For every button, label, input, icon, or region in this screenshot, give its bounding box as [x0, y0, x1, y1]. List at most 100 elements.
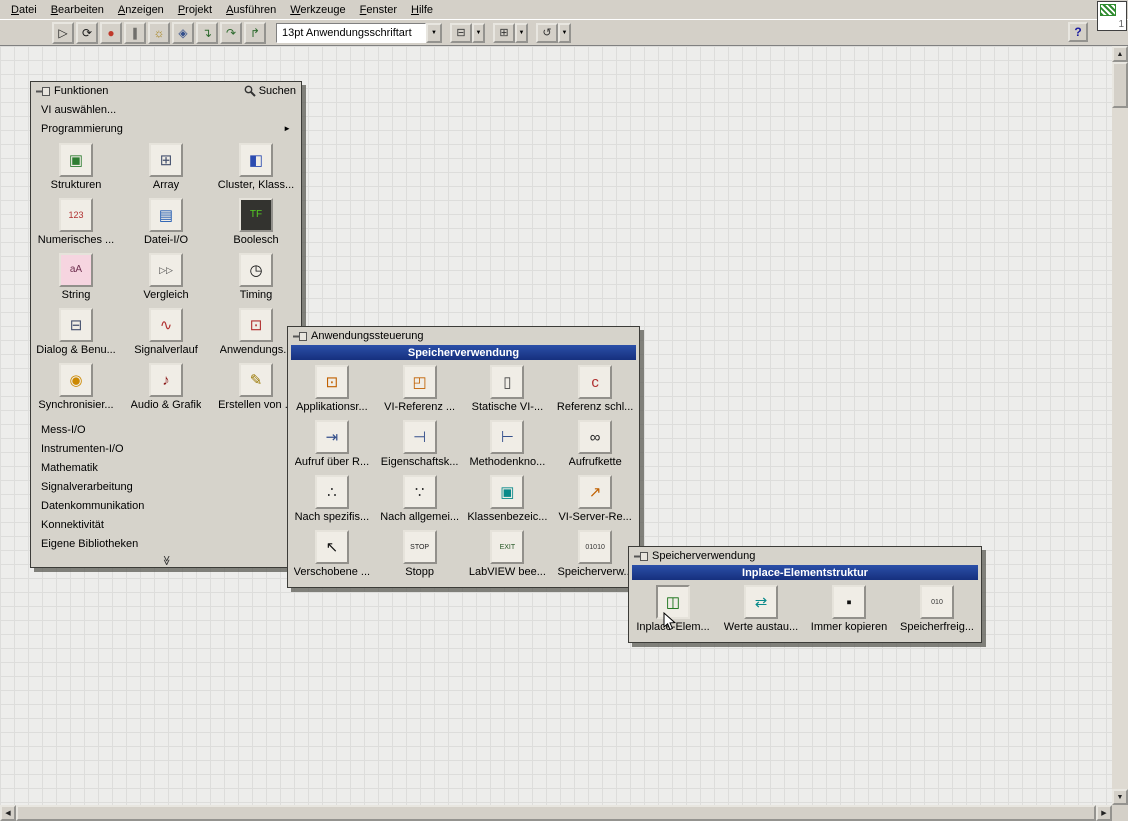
cluster-klasse[interactable]: ◧ Cluster, Klass... — [211, 143, 301, 198]
string-icon: aA — [59, 253, 93, 287]
vertical-scrollbar-thumb[interactable] — [1112, 62, 1128, 108]
step-into-button[interactable]: ↴ — [196, 21, 218, 44]
toolbar: ▷ ⟳ ● ∥ ☼ ◈ ↴ ↷ ↱ 13pt Anwendungsschrift… — [0, 19, 1128, 46]
vertical-scrollbar[interactable]: ▲ ▼ — [1112, 46, 1128, 805]
eigene-bibliotheken-item[interactable]: Eigene Bibliotheken — [31, 534, 301, 553]
labview-beenden[interactable]: EXIT LabVIEW bee... — [464, 530, 552, 585]
palette-item-label: Vergleich — [143, 289, 189, 301]
vi-referenz[interactable]: ◰ VI-Referenz ... — [376, 365, 464, 420]
menu-ausfuehren[interactable]: Ausführen — [219, 2, 283, 18]
klassenbezeichnung[interactable]: ▣ Klassenbezeic... — [464, 475, 552, 530]
array[interactable]: ⊞ Array — [121, 143, 211, 198]
speicherverwendung-palette-titlebar[interactable]: Speicherverwendung — [629, 547, 981, 565]
scroll-down-button[interactable]: ▼ — [1112, 789, 1128, 805]
vi-auswaehlen-item[interactable]: VI auswählen... — [31, 100, 301, 119]
run-continuous-button[interactable]: ⟳ — [76, 21, 98, 44]
strukturen[interactable]: ▣ Strukturen — [31, 143, 121, 198]
pushpin-icon[interactable] — [36, 86, 50, 96]
abort-button[interactable]: ● — [100, 21, 122, 44]
boolesch[interactable]: TF Boolesch — [211, 198, 301, 253]
aufruf-ueber-referenz[interactable]: ⇥ Aufruf über R... — [288, 420, 376, 475]
font-selector[interactable]: 13pt Anwendungsschriftart — [276, 22, 426, 43]
programmierung-item[interactable]: Programmierung ► — [31, 119, 301, 138]
signalverarbeitung-item[interactable]: Signalverarbeitung — [31, 477, 301, 496]
palette-item-label: Methodenkno... — [469, 456, 546, 468]
audio-grafik[interactable]: ♪ Audio & Grafik — [121, 363, 211, 418]
menu-werkzeuge[interactable]: Werkzeuge — [283, 2, 352, 18]
stopp[interactable]: STOP Stopp — [376, 530, 464, 585]
eigenschaftsknoten[interactable]: ⊣ Eigenschaftsk... — [376, 420, 464, 475]
block-diagram-canvas[interactable]: Funktionen Suchen VI auswählen... Progra… — [0, 46, 1128, 821]
menu-projekt[interactable]: Projekt — [171, 2, 219, 18]
pushpin-icon[interactable] — [634, 551, 648, 561]
menu-datei[interactable]: Datei — [4, 2, 44, 18]
toolbar-button-glyph: ☼ — [153, 25, 165, 40]
help-button[interactable]: ? — [1068, 22, 1088, 42]
anwendungssteuerung-palette-titlebar[interactable]: Anwendungssteuerung — [288, 327, 639, 345]
applikationsreferenz[interactable]: ⊡ Applikationsr... — [288, 365, 376, 420]
mathematik-item[interactable]: Mathematik — [31, 458, 301, 477]
statische-vi-referenz[interactable]: ▯ Statische VI-... — [464, 365, 552, 420]
distribute-objects-dropdown[interactable]: ⊞ ▼ — [493, 22, 528, 43]
menu-bearbeiten[interactable]: Bearbeiten — [44, 2, 111, 18]
horizontal-scrollbar-thumb[interactable] — [16, 805, 1096, 821]
methodenknoten[interactable]: ⊢ Methodenkno... — [464, 420, 552, 475]
scroll-right-button[interactable]: ▶ — [1096, 805, 1112, 821]
retain-wire-values-button[interactable]: ◈ — [172, 21, 194, 44]
highlight-execution-button[interactable]: ☼ — [148, 21, 170, 44]
referenz-schliessen[interactable]: c Referenz schl... — [551, 365, 639, 420]
font-selector-dropdown-button[interactable]: ▼ — [426, 22, 442, 43]
nach-allgemeinen-icon: ∵ — [402, 475, 437, 509]
scroll-up-button[interactable]: ▲ — [1112, 46, 1128, 62]
chevron-down-icon[interactable]: ▼ — [515, 22, 528, 43]
expand-palette-button[interactable]: ≫ — [31, 553, 301, 567]
reorder-dropdown[interactable]: ↺ ▼ — [536, 22, 571, 43]
speicherverwendung[interactable]: 01010 Speicherverw... — [551, 530, 639, 585]
dialog-benutzer[interactable]: ⊟ Dialog & Benu... — [31, 308, 121, 363]
pushpin-icon[interactable] — [293, 331, 307, 341]
vi-server-referenz-icon: ↗ — [578, 475, 613, 509]
aufrufkette[interactable]: ∞ Aufrufkette — [551, 420, 639, 475]
speicherverwendung-header[interactable]: Speicherverwendung — [291, 345, 636, 360]
numerisch[interactable]: 123 Numerisches ... — [31, 198, 121, 253]
palette-item-label: Cluster, Klass... — [217, 179, 295, 191]
step-over-button[interactable]: ↷ — [220, 21, 242, 44]
palette-item-label: Datei-I/O — [143, 234, 188, 246]
chevron-down-icon[interactable]: ▼ — [472, 22, 485, 43]
vergleich[interactable]: ▷▷ Vergleich — [121, 253, 211, 308]
run-button[interactable]: ▷ — [52, 21, 74, 44]
menu-hilfe[interactable]: Hilfe — [404, 2, 440, 18]
chevron-double-down-icon: ≫ — [160, 554, 172, 566]
synchronisierung[interactable]: ◉ Synchronisier... — [31, 363, 121, 418]
verschobene[interactable]: ↖ Verschobene ... — [288, 530, 376, 585]
toolbar-button-glyph: ⟳ — [81, 25, 93, 40]
datei-io[interactable]: ▤ Datei-I/O — [121, 198, 211, 253]
step-out-button[interactable]: ↱ — [244, 21, 266, 44]
pause-button[interactable]: ∥ — [124, 21, 146, 44]
nach-spezifischer-instanz[interactable]: ∴ Nach spezifis... — [288, 475, 376, 530]
funktionen-palette-titlebar[interactable]: Funktionen Suchen — [31, 82, 301, 100]
mess-io-item[interactable]: Mess-I/O — [31, 420, 301, 439]
align-objects-dropdown[interactable]: ⊟ ▼ — [450, 22, 485, 43]
instrumenten-io-item[interactable]: Instrumenten-I/O — [31, 439, 301, 458]
vergleich-icon: ▷▷ — [149, 253, 183, 287]
nach-allgemeinen[interactable]: ∵ Nach allgemei... — [376, 475, 464, 530]
menu-anzeigen[interactable]: Anzeigen — [111, 2, 171, 18]
vi-icon[interactable]: 1 — [1097, 1, 1127, 31]
immer-kopieren[interactable]: ▪ Immer kopieren — [805, 585, 893, 640]
chevron-down-icon[interactable]: ▼ — [558, 22, 571, 43]
scroll-left-button[interactable]: ◀ — [0, 805, 16, 821]
chevron-down-icon: ▼ — [431, 29, 437, 36]
speicherfreigabe[interactable]: 010 Speicherfreig... — [893, 585, 981, 640]
string[interactable]: aA String — [31, 253, 121, 308]
timing[interactable]: ◷ Timing — [211, 253, 301, 308]
konnektivitaet-item[interactable]: Konnektivität — [31, 515, 301, 534]
signalverlauf[interactable]: ∿ Signalverlauf — [121, 308, 211, 363]
vi-server-referenz[interactable]: ↗ VI-Server-Re... — [551, 475, 639, 530]
datenkommunikation-item[interactable]: Datenkommunikation — [31, 496, 301, 515]
search-button[interactable]: Suchen — [244, 85, 296, 97]
inplace-elementstruktur-header[interactable]: Inplace-Elementstruktur — [632, 565, 978, 580]
menu-fenster[interactable]: Fenster — [353, 2, 404, 18]
werte-austauschen[interactable]: ⇄ Werte austau... — [717, 585, 805, 640]
horizontal-scrollbar[interactable]: ◀ ▶ — [0, 805, 1112, 821]
